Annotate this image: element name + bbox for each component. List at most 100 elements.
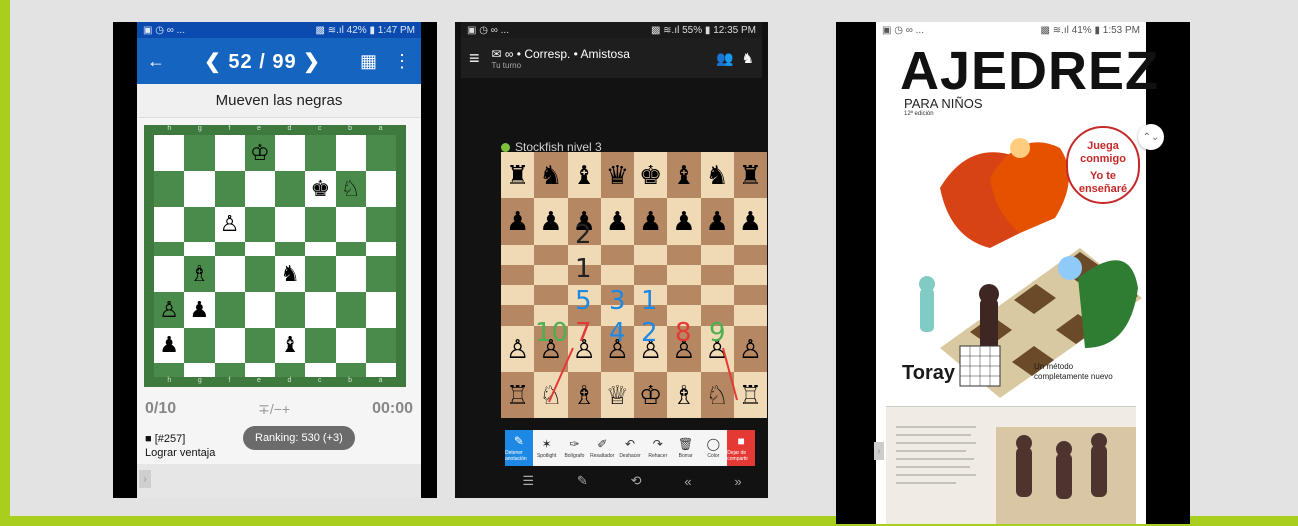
toolbar-button[interactable]: 🗑 Borrar bbox=[672, 430, 700, 466]
board-square[interactable] bbox=[305, 327, 336, 364]
board-square[interactable]: ♟ bbox=[154, 327, 185, 364]
board-square[interactable] bbox=[244, 327, 275, 364]
toolbar-button[interactable]: ✎ Detener anotación bbox=[505, 430, 533, 466]
board-square[interactable] bbox=[365, 242, 396, 256]
board-square[interactable]: ♔ bbox=[244, 135, 275, 171]
board-square[interactable] bbox=[275, 363, 306, 377]
grid-icon[interactable]: ▦ bbox=[360, 51, 377, 72]
board-square[interactable] bbox=[335, 363, 366, 377]
board-square[interactable] bbox=[365, 135, 396, 171]
nav-icon[interactable]: » bbox=[734, 474, 741, 489]
board-grid[interactable]: ♔ ♚ ♘ ♙ ♗ ♞ ♙ ♟ ♟ ♝ bbox=[154, 135, 396, 377]
board-square[interactable] bbox=[335, 327, 366, 364]
chess-piece-icon[interactable]: ♙ bbox=[159, 298, 179, 321]
puzzle-counter[interactable]: ❮ 52 / 99 ❯ bbox=[204, 49, 321, 74]
board-square[interactable]: ♞ bbox=[275, 256, 306, 292]
board-square[interactable] bbox=[214, 242, 245, 256]
board-square[interactable] bbox=[365, 170, 396, 207]
scroll-toggle-button[interactable]: ⌃⌄ bbox=[1138, 124, 1164, 150]
board-square[interactable] bbox=[305, 291, 336, 328]
board-square[interactable] bbox=[335, 206, 366, 243]
board-square[interactable] bbox=[154, 363, 185, 377]
board-square[interactable] bbox=[305, 363, 336, 377]
board-square[interactable] bbox=[244, 242, 275, 256]
board-square[interactable] bbox=[275, 291, 306, 328]
board-square[interactable] bbox=[275, 170, 306, 207]
board-square[interactable] bbox=[244, 363, 275, 377]
board-square[interactable] bbox=[365, 291, 396, 328]
toolbar-button[interactable]: ↶ Deshacer bbox=[616, 430, 644, 466]
board-square[interactable] bbox=[184, 206, 215, 243]
board-square[interactable] bbox=[154, 242, 185, 256]
chevron-right-icon[interactable]: › bbox=[874, 442, 884, 460]
board-square[interactable] bbox=[365, 206, 396, 243]
board-square[interactable] bbox=[275, 135, 306, 171]
board-square[interactable] bbox=[244, 256, 275, 292]
toolbar-button[interactable]: ✑ Bolígrafo bbox=[561, 430, 589, 466]
board-square[interactable] bbox=[244, 206, 275, 243]
board-square[interactable] bbox=[154, 206, 185, 243]
toolbar-button[interactable]: ↷ Rehacer bbox=[644, 430, 672, 466]
chess-board-wood[interactable]: ♜ ♞ ♝ ♛ ♚ ♝ ♞ ♜ ♟ ♟ ♟ ♟ ♟ ♟ ♟ ♟ ♙ ♙ ♙ ♙ ♙ ♙ ♙ ♙ ♖ ♘ ♗ ♕ ♔ ♗ ♘ ♖ 2 1 5 3 1 10… bbox=[501, 152, 767, 418]
board-square[interactable] bbox=[184, 170, 215, 207]
board-square[interactable] bbox=[214, 327, 245, 364]
board-square[interactable] bbox=[335, 291, 366, 328]
chess-piece-icon[interactable]: ♚ bbox=[311, 177, 331, 200]
board-square[interactable] bbox=[214, 291, 245, 328]
board-square[interactable] bbox=[335, 242, 366, 256]
hamburger-menu-icon[interactable]: ≡ bbox=[469, 48, 480, 69]
chess-piece-icon[interactable]: ♙ bbox=[220, 213, 240, 235]
board-square[interactable] bbox=[154, 256, 185, 292]
board-square[interactable] bbox=[214, 363, 245, 377]
board-square[interactable] bbox=[305, 135, 336, 171]
toolbar-button[interactable]: ✶ Spotlight bbox=[533, 430, 561, 466]
board-square[interactable] bbox=[214, 170, 245, 207]
nav-icon[interactable]: « bbox=[684, 474, 691, 489]
board-square[interactable] bbox=[184, 327, 215, 364]
back-arrow-icon[interactable]: ← bbox=[147, 51, 165, 72]
board-square[interactable]: ♝ bbox=[275, 327, 306, 364]
board-square[interactable] bbox=[244, 170, 275, 207]
chess-piece-icon[interactable]: ♗ bbox=[190, 262, 210, 285]
board-square[interactable]: ♗ bbox=[184, 256, 215, 292]
chess-piece-icon[interactable]: ♘ bbox=[341, 177, 361, 200]
board-square[interactable] bbox=[365, 363, 396, 377]
board-square[interactable]: ♚ bbox=[305, 170, 336, 207]
chess-board-green[interactable]: h g f e d c b a ♔ ♚ ♘ ♙ ♗ ♞ ♙ ♟ ♟ ♝ h g f e d c b a bbox=[144, 125, 406, 387]
nav-icon[interactable]: ⟲ bbox=[631, 473, 642, 489]
board-square[interactable] bbox=[214, 256, 245, 292]
chess-piece-icon[interactable]: ♞ bbox=[280, 262, 300, 285]
board-icon[interactable]: ♞ bbox=[741, 50, 754, 67]
board-square[interactable]: ♙ bbox=[214, 206, 245, 243]
nav-icon[interactable]: ✎ bbox=[577, 473, 588, 489]
board-square[interactable] bbox=[275, 242, 306, 256]
board-square[interactable] bbox=[154, 170, 185, 207]
nav-icon[interactable]: ☰ bbox=[522, 473, 534, 489]
board-square[interactable] bbox=[365, 327, 396, 364]
board-square[interactable] bbox=[244, 291, 275, 328]
board-square[interactable]: ♘ bbox=[335, 170, 366, 207]
chevron-right-icon[interactable]: › bbox=[139, 470, 151, 488]
board-square[interactable] bbox=[184, 242, 215, 256]
board-square[interactable] bbox=[365, 256, 396, 292]
friends-icon[interactable]: 👥 bbox=[716, 50, 733, 67]
board-square[interactable] bbox=[275, 206, 306, 243]
toolbar-button[interactable]: ◯ Color bbox=[699, 430, 727, 466]
board-square[interactable] bbox=[305, 242, 336, 256]
chess-piece-icon[interactable]: ♟ bbox=[190, 298, 210, 321]
board-square[interactable] bbox=[154, 135, 185, 171]
chess-piece-icon[interactable]: ♔ bbox=[250, 141, 270, 164]
board-square[interactable]: ♟ bbox=[184, 291, 215, 328]
board-square[interactable] bbox=[305, 206, 336, 243]
board-square[interactable] bbox=[335, 256, 366, 292]
more-menu-icon[interactable]: ⋮ bbox=[393, 51, 411, 72]
chess-piece-icon[interactable]: ♝ bbox=[280, 334, 300, 356]
toolbar-button[interactable]: ✐ Resaltador bbox=[588, 430, 616, 466]
chess-piece-icon[interactable]: ♟ bbox=[159, 334, 179, 356]
board-square[interactable] bbox=[184, 135, 215, 171]
board-square[interactable] bbox=[335, 135, 366, 171]
board-square[interactable] bbox=[184, 363, 215, 377]
board-square[interactable] bbox=[214, 135, 245, 171]
board-square[interactable]: ♙ bbox=[154, 291, 185, 328]
board-square[interactable] bbox=[305, 256, 336, 292]
